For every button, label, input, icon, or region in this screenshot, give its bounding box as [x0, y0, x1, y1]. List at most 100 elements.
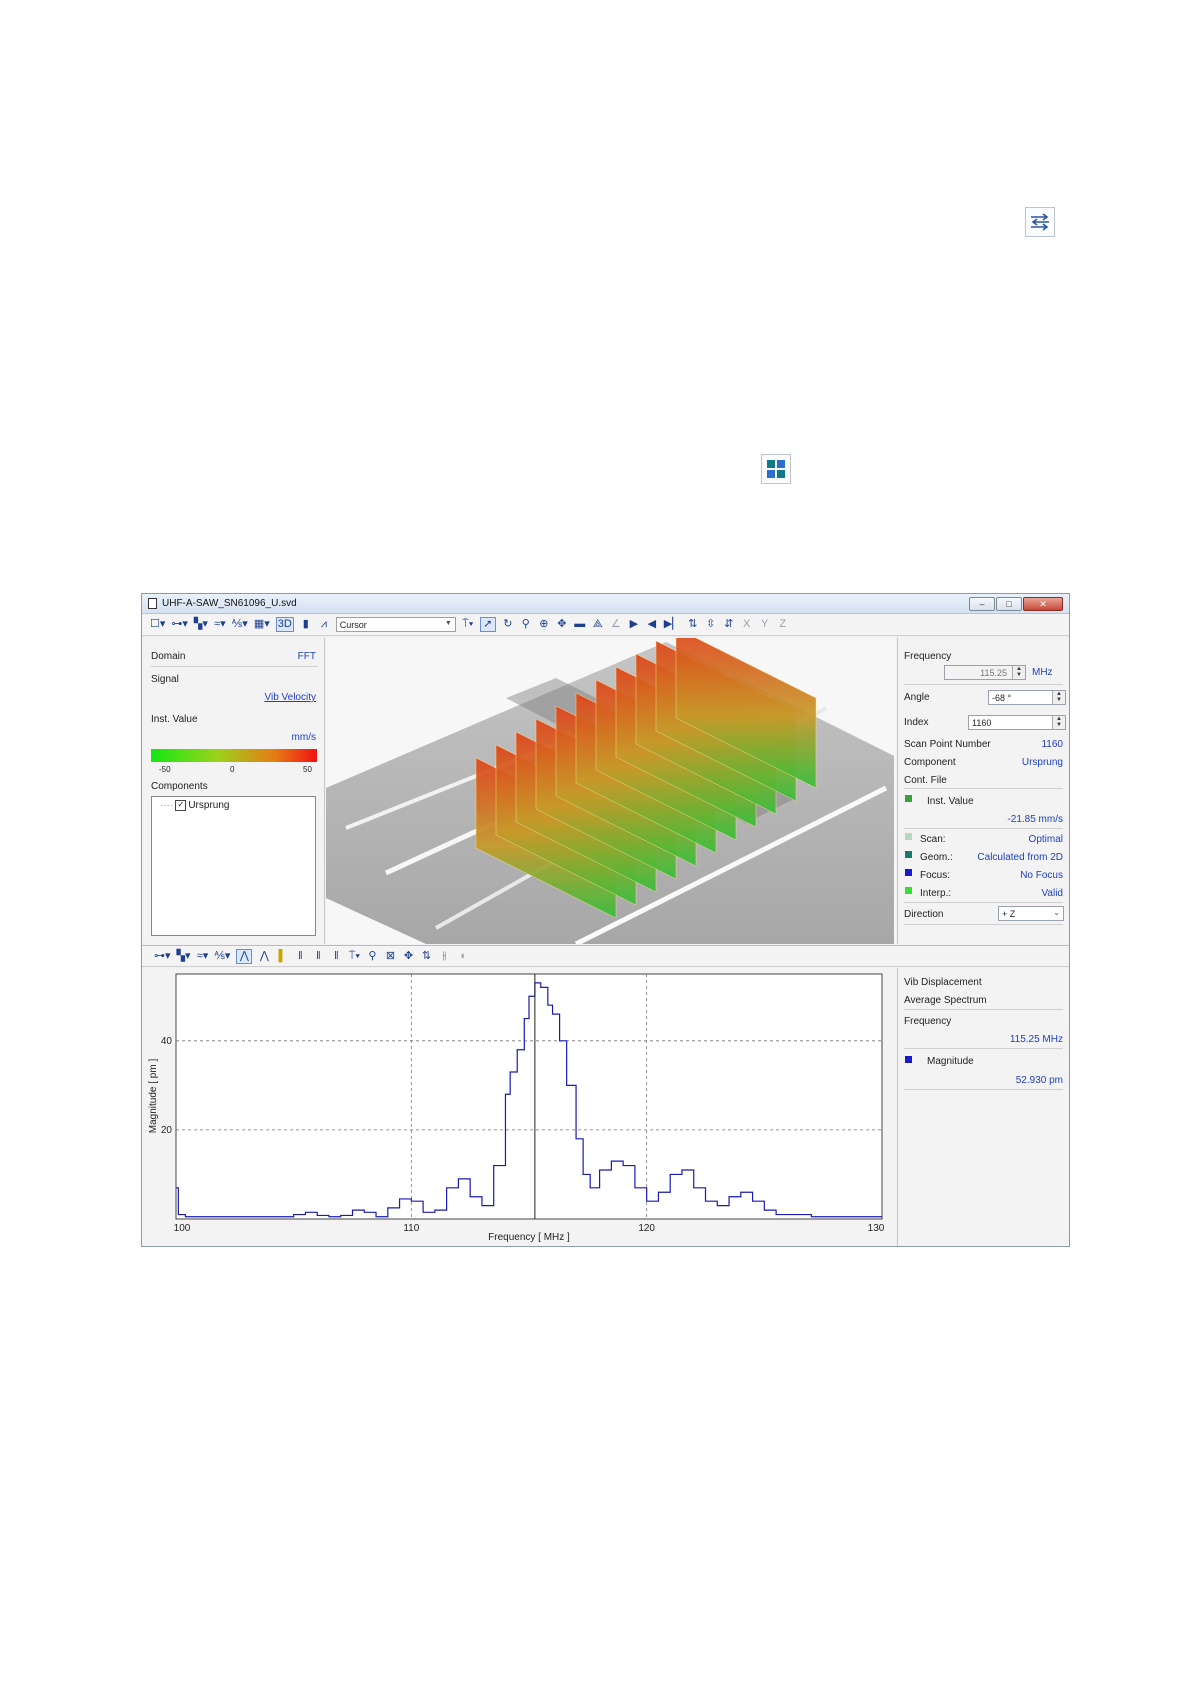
component-label: Component	[904, 757, 956, 768]
inst-value-label: Inst. Value	[151, 714, 198, 725]
y-tick-label: 40	[161, 1036, 173, 1047]
marker-icon[interactable]: ▚▾	[194, 619, 208, 630]
scale-down-icon[interactable]: ⇵	[723, 619, 735, 630]
interp-swatch	[905, 887, 912, 894]
main-toolbar: ☐▾ ⊶▾ ▚▾ ≈▾ ⅍▾ ▦▾ 3D ▮ ⩘ Cursor ▼ ⍑▾ ➚ ↻ …	[142, 614, 1069, 636]
scale-up-icon[interactable]: ⇅	[687, 619, 699, 630]
bars-2-icon[interactable]: ‖	[312, 950, 324, 962]
zoom-icon[interactable]: ⚲	[366, 950, 378, 962]
xy-axes-icon[interactable]: ⅍▾	[232, 619, 248, 630]
split-icon[interactable]: ⫲	[438, 950, 450, 962]
connect-icon[interactable]: ⊶▾	[171, 619, 188, 630]
magnitude-label: Magnitude	[927, 1056, 974, 1067]
minimize-button[interactable]: –	[969, 597, 995, 611]
marker-icon[interactable]: ▚▾	[177, 950, 191, 962]
zoom-icon[interactable]: ⚲	[520, 619, 532, 630]
spin-arrows-icon[interactable]: ▲ ▼	[1012, 666, 1025, 679]
axis-y-button[interactable]: Y	[759, 619, 771, 630]
zoom-box-icon[interactable]: ⊕	[538, 619, 550, 630]
inst-unit: mm/s	[291, 732, 316, 743]
inst-value-swatch	[905, 795, 912, 802]
cursor-combo[interactable]: Cursor ▼	[335, 617, 456, 632]
3d-view-button[interactable]: 3D	[275, 617, 294, 632]
curve-icon[interactable]: ∠	[610, 619, 622, 630]
peak-marker-2-icon[interactable]: ⋀	[258, 950, 270, 962]
axis-z-button[interactable]: Z	[777, 619, 789, 630]
3d-surface-plot	[326, 627, 894, 947]
title-bar[interactable]: UHF-A-SAW_SN61096_U.svd – □ ✕	[142, 594, 1069, 614]
bars-icon[interactable]: ‖	[294, 950, 306, 962]
focus-swatch	[905, 869, 912, 876]
step-forward-icon[interactable]: ▶▏	[664, 619, 681, 630]
spectrum-chart[interactable]: 100 110 120 130 20 40 Frequency [ MHz ] Magni…	[142, 968, 896, 1246]
view-grid-icon[interactable]: ▦▾	[254, 619, 270, 630]
pointer-icon[interactable]: ➚	[479, 617, 496, 632]
camera-icon[interactable]: ▬	[574, 619, 586, 630]
scale-icon[interactable]: ⇅	[420, 950, 432, 962]
spin-arrows-icon[interactable]: ▲ ▼	[1052, 691, 1065, 704]
peak-marker-icon[interactable]: ⋀	[236, 948, 253, 964]
component-value[interactable]: Ursprung	[1022, 757, 1063, 768]
interp-label: Interp.:	[920, 888, 952, 899]
triangle-axes-icon[interactable]: ⟁	[592, 619, 604, 630]
interp-value: Valid	[1041, 888, 1064, 899]
colorbar-icon[interactable]: ▮	[300, 619, 312, 630]
x-tick-label: 130	[868, 1223, 885, 1234]
axis-x-button[interactable]: X	[741, 619, 753, 630]
signal-value[interactable]: Vib Velocity	[264, 692, 316, 703]
geom-swatch	[905, 851, 912, 858]
spin-arrows-icon[interactable]: ▲ ▼	[1052, 716, 1065, 729]
step-back-icon[interactable]: ◀	[646, 619, 658, 630]
left-panel: Domain FFT Signal Vib Velocity Inst. Val…	[142, 638, 325, 944]
maximize-button[interactable]: □	[996, 597, 1022, 611]
zoom-reset-icon[interactable]: ⊠	[384, 950, 396, 962]
domain-label: Domain	[151, 651, 186, 662]
bars-3-icon[interactable]: ‖	[330, 950, 342, 962]
pan-icon[interactable]: ✥	[402, 950, 414, 962]
x-tick-label: 120	[638, 1223, 655, 1234]
scan-value: Optimal	[1028, 834, 1063, 845]
spectrum-chart-pane: 100 110 120 130 20 40 Frequency [ MHz ] Magni…	[142, 968, 896, 1246]
chevron-down-icon: ▼	[444, 620, 452, 627]
frequency-spin[interactable]: 115.25 ▲ ▼	[944, 665, 1026, 680]
rotate-icon[interactable]: ↻	[502, 619, 514, 630]
geom-value: Calculated from 2D	[977, 852, 1063, 863]
wave-icon[interactable]: ≈▾	[197, 950, 209, 962]
xy-axes-icon[interactable]: ⅍▾	[215, 950, 231, 962]
pin-icon[interactable]: ⍑▾	[462, 619, 474, 630]
pin-icon[interactable]: ⍑▾	[348, 950, 360, 962]
frequency-unit: MHz	[1032, 667, 1053, 678]
play-icon[interactable]: ▶	[628, 619, 640, 630]
magnitude-swatch	[905, 1056, 912, 1063]
tree-item-ursprung[interactable]: ···· ✓ Ursprung	[160, 800, 229, 811]
scan-point-label: Scan Point Number	[904, 739, 991, 750]
scan-swatch	[905, 833, 912, 840]
domain-value[interactable]: FFT	[298, 651, 316, 662]
index-label: Index	[904, 717, 929, 728]
y-axis-label: Magnitude [ pm ]	[148, 1059, 159, 1134]
close-button[interactable]: ✕	[1023, 597, 1063, 611]
angle-spin[interactable]: -68 ° ▲ ▼	[988, 690, 1066, 705]
magnitude-value: 52.930 pm	[1015, 1075, 1063, 1086]
pan-icon[interactable]: ✥	[556, 619, 568, 630]
index-spin[interactable]: 1160 ▲ ▼	[968, 715, 1066, 730]
inst-value-label: Inst. Value	[927, 796, 974, 807]
3d-view[interactable]	[326, 627, 896, 947]
right-panel: Frequency 115.25 ▲ ▼ MHz Angle -68 ° ▲ ▼ Ind…	[897, 638, 1069, 944]
quantity-label: Vib Displacement	[904, 977, 982, 988]
components-label: Components	[151, 781, 208, 792]
peak-highlight-icon[interactable]: ▌	[276, 950, 288, 962]
connect-icon[interactable]: ⊶▾	[154, 950, 171, 962]
components-tree: ···· ✓ Ursprung	[151, 796, 316, 936]
x-tick-label: 100	[174, 1223, 191, 1234]
document-icon	[148, 598, 157, 609]
focus-label: Focus:	[920, 870, 951, 881]
scan-label: Scan:	[920, 834, 946, 845]
scale-fit-icon[interactable]: ⇳	[705, 619, 717, 630]
speaker-icon[interactable]: ◖	[456, 950, 468, 962]
animate-wave-icon[interactable]: ⩘	[318, 619, 330, 630]
checkbox-icon[interactable]: ✓	[175, 800, 187, 811]
wave-icon[interactable]: ≈▾	[214, 619, 226, 630]
direction-select[interactable]: + Z ⌄	[998, 906, 1064, 921]
select-frame-icon[interactable]: ☐▾	[150, 619, 165, 630]
